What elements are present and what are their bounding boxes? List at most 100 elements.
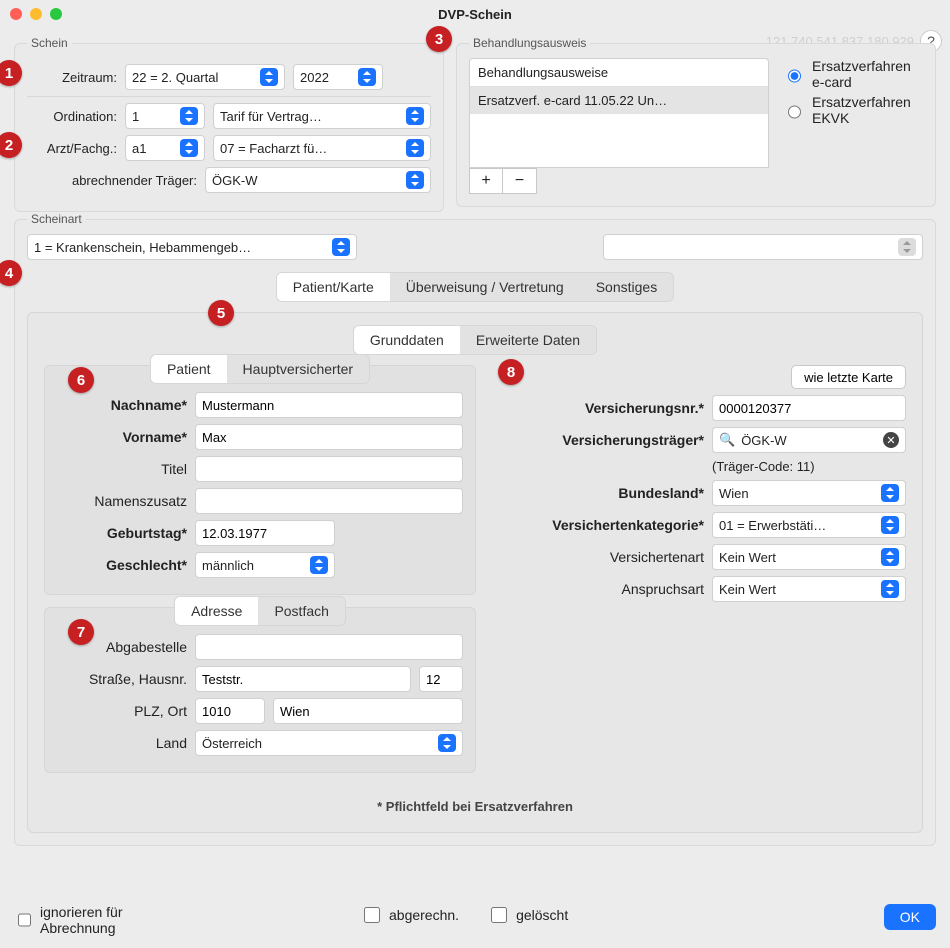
schein-group: Schein Zeitraum: 22 = 2. Quartal 2022 Or… xyxy=(14,36,444,212)
geloescht-checkbox[interactable]: gelöscht xyxy=(487,904,568,926)
tab-patient-karte[interactable]: Patient/Karte xyxy=(277,273,390,301)
arzt-label: Arzt/Fachg.: xyxy=(27,141,117,156)
plz-input[interactable] xyxy=(195,698,265,724)
abgabe-input[interactable] xyxy=(195,634,463,660)
nachname-label: Nachname* xyxy=(57,397,187,413)
chevron-updown-icon xyxy=(406,107,424,125)
beh-list[interactable]: Behandlungsausweise Ersatzverf. e-card 1… xyxy=(469,58,769,168)
chevron-updown-icon xyxy=(180,107,198,125)
titlebar: DVP-Schein xyxy=(0,0,950,28)
plz-label: PLZ, Ort xyxy=(57,703,187,719)
callout-8: 8 xyxy=(498,359,524,385)
chevron-updown-icon xyxy=(406,139,424,157)
chevron-updown-icon xyxy=(406,171,424,189)
verstraeger-label: Versicherungsträger* xyxy=(494,432,704,448)
versnr-input[interactable] xyxy=(712,395,906,421)
strasse-label: Straße, Hausnr. xyxy=(57,671,187,687)
versart-label: Versichertenart xyxy=(494,549,704,565)
chevron-updown-icon xyxy=(332,238,350,256)
chevron-updown-icon xyxy=(180,139,198,157)
callout-7: 7 xyxy=(68,619,94,645)
verskat-label: Versichertenkategorie* xyxy=(494,517,704,533)
titel-input[interactable] xyxy=(195,456,463,482)
address-panel: Adresse Postfach Abgabestelle Straße, Ha… xyxy=(44,607,476,773)
tab-patient[interactable]: Patient xyxy=(151,355,227,383)
beh-list-header: Behandlungsausweise xyxy=(470,59,768,87)
tab-erweiterte[interactable]: Erweiterte Daten xyxy=(460,326,596,354)
geloescht-checkbox-input[interactable] xyxy=(491,907,507,923)
abger-checkbox[interactable]: abgerechn. xyxy=(360,904,459,926)
zeitraum-select[interactable]: 22 = 2. Quartal xyxy=(125,64,285,90)
chevron-updown-icon xyxy=(881,484,899,502)
search-icon: 🔍 xyxy=(719,432,735,448)
scheinart-select[interactable]: 1 = Krankenschein, Hebammengeb… xyxy=(27,234,357,260)
pflichtfeld-note: * Pflichtfeld bei Ersatzverfahren xyxy=(44,799,906,814)
titel-label: Titel xyxy=(57,461,187,477)
radio-ekvk-input[interactable] xyxy=(788,104,801,120)
land-select[interactable]: Österreich xyxy=(195,730,463,756)
anspruch-select[interactable]: Kein Wert xyxy=(712,576,906,602)
verskat-select[interactable]: 01 = Erwerbstäti… xyxy=(712,512,906,538)
radio-ecard[interactable]: Ersatzverfahren e-card xyxy=(783,58,923,90)
tab-grunddaten[interactable]: Grunddaten xyxy=(354,326,460,354)
ok-button[interactable]: OK xyxy=(884,904,936,930)
behandlungsausweis-group: Behandlungsausweis Behandlungsausweise E… xyxy=(456,36,936,207)
versnr-label: Versicherungsnr.* xyxy=(494,400,704,416)
zeitraum-label: Zeitraum: xyxy=(27,70,117,85)
nachname-input[interactable] xyxy=(195,392,463,418)
ordination-select[interactable]: 1 xyxy=(125,103,205,129)
ort-input[interactable] xyxy=(273,698,463,724)
vorname-input[interactable] xyxy=(195,424,463,450)
anspruch-label: Anspruchsart xyxy=(494,581,704,597)
abger-checkbox-input[interactable] xyxy=(364,907,380,923)
scheinart-secondary-select[interactable] xyxy=(603,234,923,260)
arzt-select[interactable]: a1 xyxy=(125,135,205,161)
tab-postfach[interactable]: Postfach xyxy=(258,597,344,625)
remove-button[interactable]: − xyxy=(503,168,537,194)
tab-sonstiges[interactable]: Sonstiges xyxy=(580,273,673,301)
clear-icon[interactable]: ✕ xyxy=(883,432,899,448)
ordination-label: Ordination: xyxy=(27,109,117,124)
hausnr-input[interactable] xyxy=(419,666,463,692)
callout-6: 6 xyxy=(68,367,94,393)
tab-hauptversicherter[interactable]: Hauptversicherter xyxy=(227,355,370,383)
zeitraum-year-select[interactable]: 2022 xyxy=(293,64,383,90)
geburtstag-input[interactable] xyxy=(195,520,335,546)
ignore-checkbox-input[interactable] xyxy=(18,912,31,928)
beh-radios: Ersatzverfahren e-card Ersatzverfahren E… xyxy=(783,58,923,194)
bundesland-select[interactable]: Wien xyxy=(712,480,906,506)
chevron-updown-icon xyxy=(358,68,376,86)
add-button[interactable]: + xyxy=(469,168,503,194)
tab-ueberweisung[interactable]: Überweisung / Vertretung xyxy=(390,273,580,301)
chevron-updown-icon xyxy=(310,556,328,574)
beh-list-item[interactable]: Ersatzverf. e-card 11.05.22 Un… xyxy=(470,87,768,114)
versart-select[interactable]: Kein Wert xyxy=(712,544,906,570)
chevron-updown-icon xyxy=(881,548,899,566)
ignore-checkbox[interactable]: ignorieren für Abrechnung xyxy=(14,904,154,936)
arzt-fach-select[interactable]: 07 = Facharzt fü… xyxy=(213,135,431,161)
strasse-input[interactable] xyxy=(195,666,411,692)
vorname-label: Vorname* xyxy=(57,429,187,445)
chevron-updown-icon xyxy=(881,580,899,598)
main-tabs: Patient/Karte Überweisung / Vertretung S… xyxy=(276,272,674,302)
radio-ecard-input[interactable] xyxy=(788,68,801,84)
geschlecht-label: Geschlecht* xyxy=(57,557,187,573)
patient-tabs: Patient Hauptversicherter xyxy=(150,354,370,384)
traeger-select[interactable]: ÖGK-W xyxy=(205,167,431,193)
geschlecht-select[interactable]: männlich xyxy=(195,552,335,578)
traeger-label: abrechnender Träger: xyxy=(27,173,197,188)
callout-5: 5 xyxy=(208,300,234,326)
sub-tabs: Grunddaten Erweiterte Daten xyxy=(353,325,597,355)
chevron-updown-icon xyxy=(881,516,899,534)
zusatz-input[interactable] xyxy=(195,488,463,514)
geburtstag-label: Geburtstag* xyxy=(57,525,187,541)
main-area: 6 7 8 Grunddaten Erweiterte Daten Patien… xyxy=(27,312,923,833)
radio-ekvk[interactable]: Ersatzverfahren EKVK xyxy=(783,94,923,126)
callout-3: 3 xyxy=(426,26,452,52)
tab-adresse[interactable]: Adresse xyxy=(175,597,258,625)
ordination-tarif-select[interactable]: Tarif für Vertrag… xyxy=(213,103,431,129)
last-card-button[interactable]: wie letzte Karte xyxy=(791,365,906,389)
bundesland-label: Bundesland* xyxy=(494,485,704,501)
traeger-code: (Träger-Code: 11) xyxy=(712,459,815,474)
verstraeger-search[interactable]: 🔍 ÖGK-W ✕ xyxy=(712,427,906,453)
